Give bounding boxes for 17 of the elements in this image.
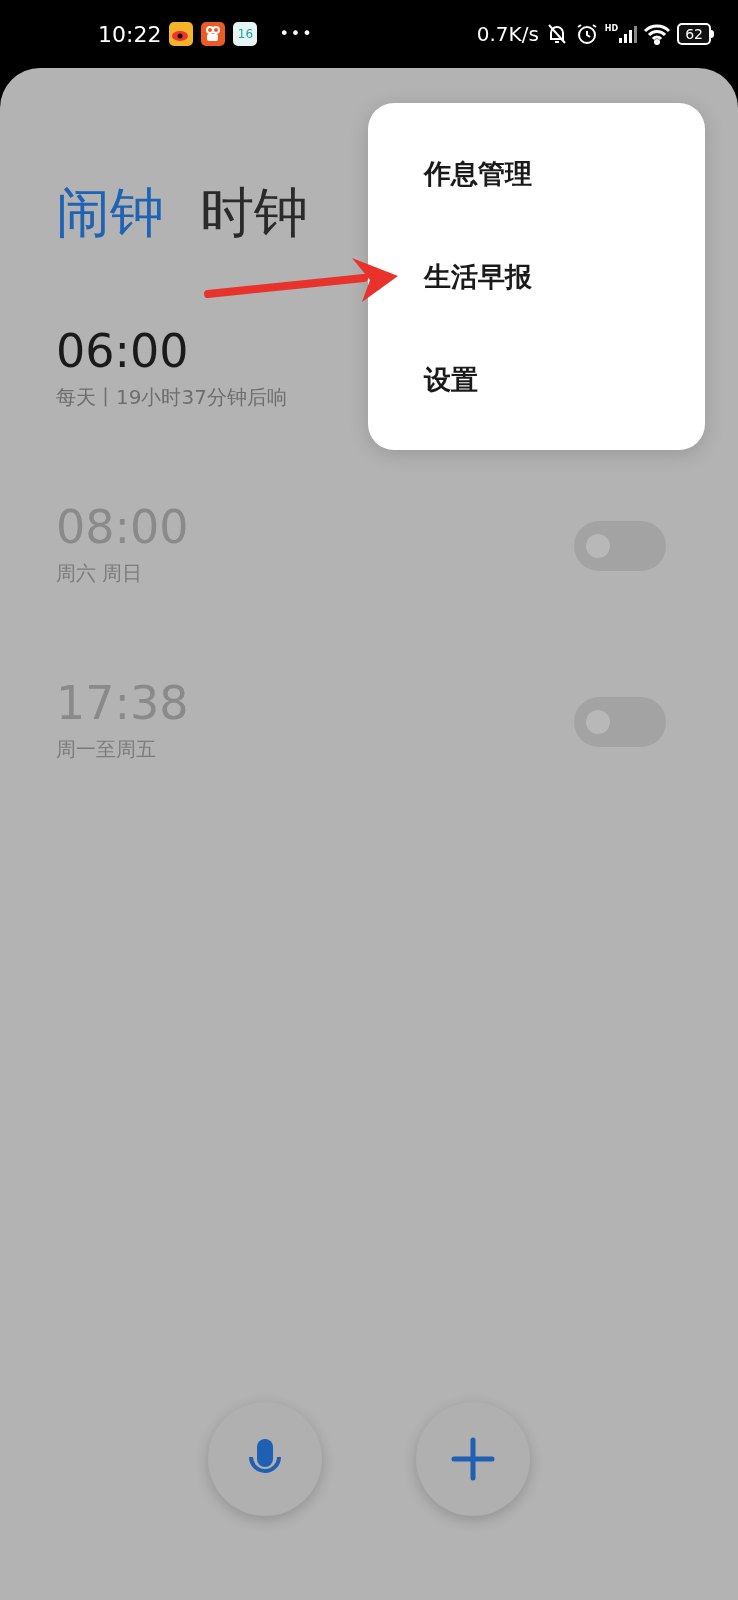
calendar-app-icon: 16 [233, 22, 258, 46]
clock-time: 10:22 [98, 20, 162, 49]
wifi-icon [643, 23, 672, 45]
network-speed: 0.7K/s [476, 21, 539, 48]
alarm-time: 06:00 [56, 328, 190, 374]
battery-indicator: 62 [677, 23, 714, 45]
plus-icon [451, 1437, 495, 1481]
tab[interactable]: 时钟 [200, 186, 308, 240]
signal-icon [619, 25, 638, 43]
signal-label: HD [604, 25, 619, 33]
menu-item[interactable]: 作息管理 [368, 124, 705, 223]
menu-item[interactable]: 设置 [368, 330, 705, 429]
menu-item[interactable]: 生活早报 [368, 227, 705, 326]
camera-app-icon [201, 22, 226, 46]
alarm-repeat: 每天丨19小时37分钟后响 [56, 384, 287, 411]
more-notifications: ••• [279, 23, 314, 45]
eye-app-icon [169, 22, 194, 46]
